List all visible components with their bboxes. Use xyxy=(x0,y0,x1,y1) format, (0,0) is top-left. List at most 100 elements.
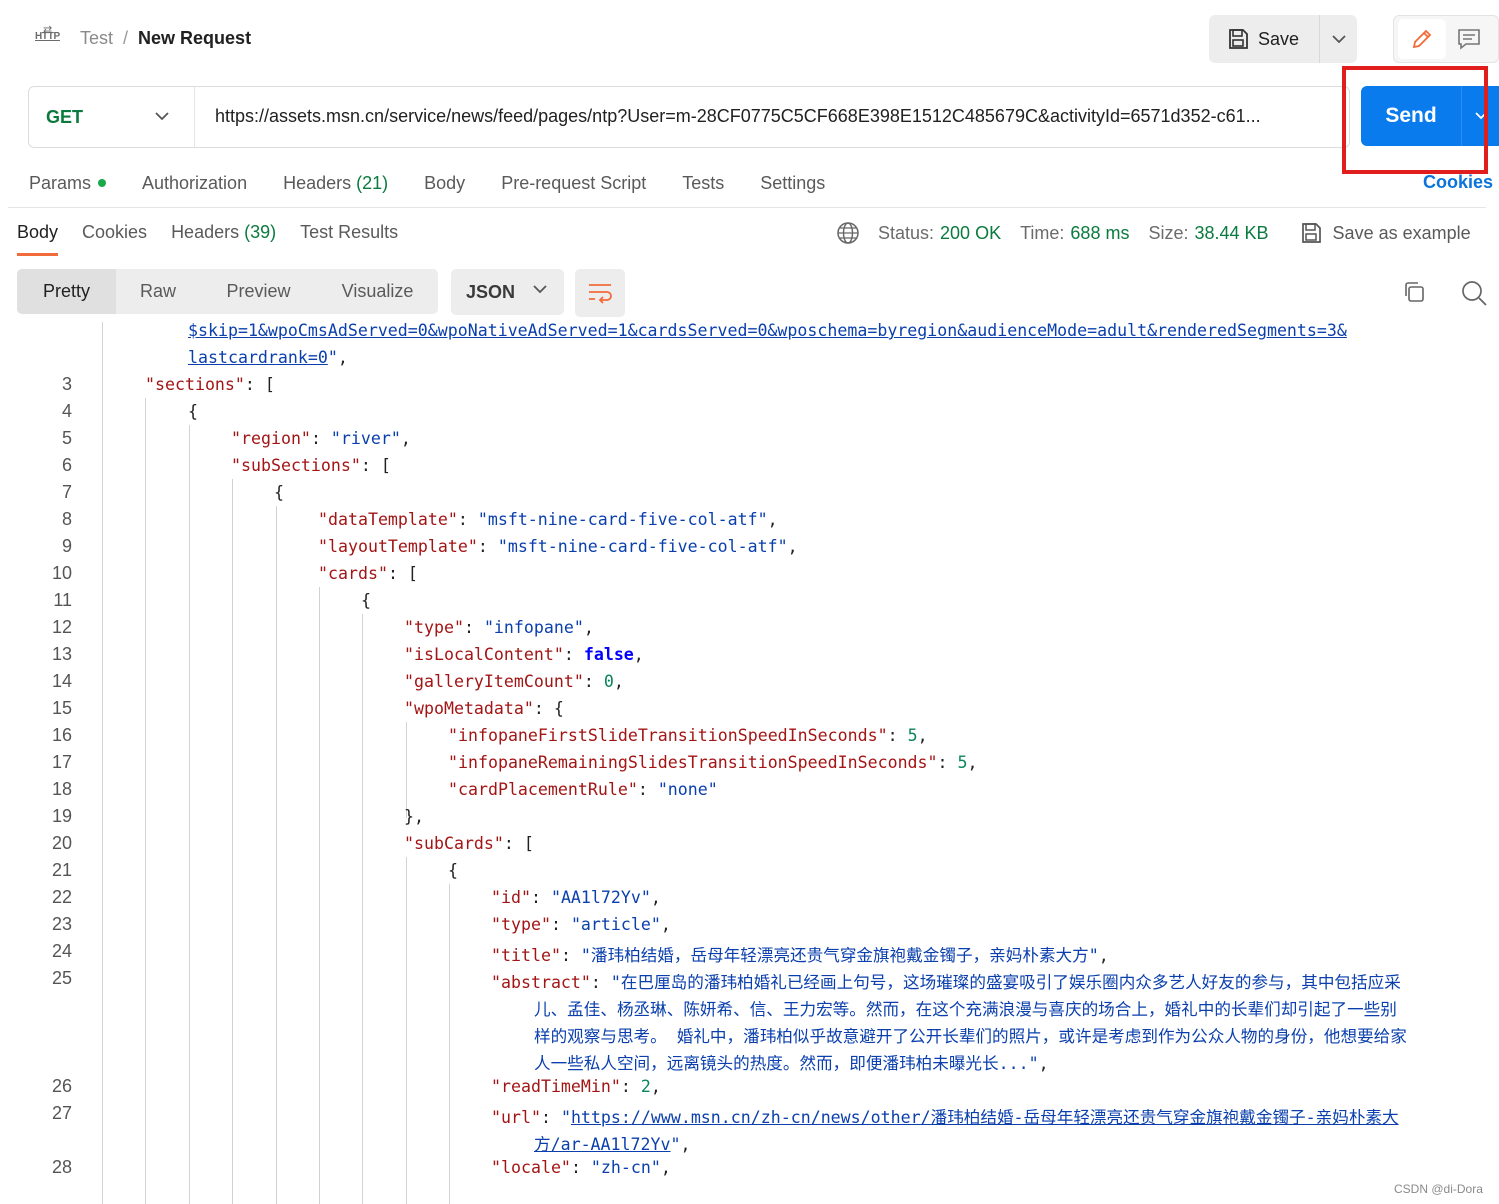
view-preview[interactable]: Preview xyxy=(200,269,317,314)
send-button-group: Send xyxy=(1361,86,1499,146)
globe-icon[interactable] xyxy=(836,221,860,245)
line-number: 20 xyxy=(51,833,72,853)
send-button[interactable]: Send xyxy=(1361,86,1461,146)
code-line: "subCards": [ xyxy=(404,834,534,853)
indent-guide xyxy=(232,479,233,1204)
line-number: 25 xyxy=(51,968,72,988)
send-options-button[interactable] xyxy=(1461,86,1499,146)
chevron-down-icon xyxy=(155,112,169,121)
line-number: 12 xyxy=(51,617,72,637)
code-line: { xyxy=(188,402,198,421)
response-tab-test-results[interactable]: Test Results xyxy=(300,220,398,254)
line-number: 6 xyxy=(61,455,72,475)
save-icon xyxy=(1301,223,1321,243)
save-label: Save xyxy=(1258,28,1300,49)
breadcrumb-collection[interactable]: Test xyxy=(80,28,113,49)
copy-icon[interactable] xyxy=(1402,280,1426,309)
indent-guide xyxy=(189,425,190,1204)
response-tab-cookies[interactable]: Cookies xyxy=(82,220,147,254)
wrap-lines-button[interactable] xyxy=(575,269,625,317)
comment-icon xyxy=(1458,29,1480,50)
chevron-down-icon xyxy=(533,285,547,294)
save-button[interactable]: Save xyxy=(1209,15,1319,63)
http-icon: ⇄ HTTP xyxy=(35,24,60,42)
pencil-icon xyxy=(1412,29,1432,49)
line-number: 26 xyxy=(51,1076,72,1096)
indent-guide xyxy=(362,614,363,1204)
url-link[interactable]: https://www.msn.cn/zh-cn/news/other/潘玮柏结… xyxy=(571,1108,1399,1127)
save-options-button[interactable] xyxy=(1319,15,1357,63)
indent-guide xyxy=(406,857,407,1204)
tab-authorization[interactable]: Authorization xyxy=(142,170,247,196)
response-tab-body[interactable]: Body xyxy=(17,220,59,256)
method-select[interactable]: GET xyxy=(29,87,195,147)
line-number: 28 xyxy=(51,1157,72,1177)
code-line: 人一些私人空间，远离镜头的热度。然而，即便潘玮柏未曝光长...", xyxy=(534,1054,1049,1073)
breadcrumb-separator: / xyxy=(123,28,129,48)
divider xyxy=(8,207,1486,208)
method-value: GET xyxy=(46,106,84,127)
save-button-group: Save xyxy=(1209,15,1357,63)
view-mode-group: Pretty Raw Preview Visualize xyxy=(17,269,438,314)
code-line: lastcardrank=0", xyxy=(188,348,348,367)
request-header: ⇄ HTTP Test / New Request Save xyxy=(0,0,1499,78)
code-line: }, xyxy=(404,807,424,826)
params-indicator-dot xyxy=(98,179,107,187)
tab-params[interactable]: Params xyxy=(29,170,107,196)
response-tab-headers[interactable]: Headers (39) xyxy=(171,220,276,254)
line-number: 17 xyxy=(51,752,72,772)
view-raw[interactable]: Raw xyxy=(116,269,200,314)
code-line: $skip=1&wpoCmsAdServed=0&wpoNativeAdServ… xyxy=(188,322,1347,340)
cookies-link[interactable]: Cookies xyxy=(1423,172,1493,193)
code-line: "cardPlacementRule": "none" xyxy=(448,780,718,799)
line-number: 18 xyxy=(51,779,72,799)
watermark: CSDN @di-Dora xyxy=(1394,1182,1483,1196)
indent-guide xyxy=(276,506,277,1204)
line-number: 9 xyxy=(61,536,72,556)
line-number: 21 xyxy=(51,860,72,880)
indent-guide xyxy=(145,398,146,1204)
code-line: "url": "https://www.msn.cn/zh-cn/news/ot… xyxy=(491,1108,1399,1127)
tab-pre-request-script[interactable]: Pre-request Script xyxy=(501,170,646,196)
search-icon[interactable] xyxy=(1461,280,1487,311)
code-line: "infopaneRemainingSlidesTransitionSpeedI… xyxy=(448,753,978,772)
line-number: 16 xyxy=(51,725,72,745)
line-number: 23 xyxy=(51,914,72,934)
comments-button[interactable] xyxy=(1454,24,1484,54)
code-line: 方/ar-AA1l72Yv", xyxy=(534,1135,691,1154)
indent-guide xyxy=(102,322,103,1204)
response-body-code[interactable]: $skip=1&wpoCmsAdServed=0&wpoNativeAdServ… xyxy=(0,322,1499,1204)
code-line: "galleryItemCount": 0, xyxy=(404,672,624,691)
tab-tests[interactable]: Tests xyxy=(682,170,724,196)
line-number: 19 xyxy=(51,806,72,826)
view-visualize[interactable]: Visualize xyxy=(317,269,438,314)
tab-headers[interactable]: Headers (21) xyxy=(283,170,388,196)
response-time: Time: 688 ms xyxy=(1020,222,1130,243)
tab-body[interactable]: Body xyxy=(424,170,465,196)
tab-settings[interactable]: Settings xyxy=(760,170,825,196)
line-number: 15 xyxy=(51,698,72,718)
view-pretty[interactable]: Pretty xyxy=(17,269,116,314)
url-input[interactable]: https://assets.msn.cn/service/news/feed/… xyxy=(215,106,1340,127)
chevron-down-icon xyxy=(1474,112,1487,120)
code-line: "region": "river", xyxy=(231,429,411,448)
code-line: "infopaneFirstSlideTransitionSpeedInSeco… xyxy=(448,726,928,745)
breadcrumb: Test / New Request xyxy=(80,28,251,49)
line-number: 14 xyxy=(51,671,72,691)
request-name[interactable]: New Request xyxy=(138,28,251,49)
line-number: 24 xyxy=(51,941,72,961)
code-line: "isLocalContent": false, xyxy=(404,645,644,664)
right-panel-toggle xyxy=(1393,15,1499,63)
url-link[interactable]: 方/ar-AA1l72Yv xyxy=(534,1135,670,1154)
code-line: "locale": "zh-cn", xyxy=(491,1158,671,1177)
save-as-example-button[interactable]: Save as example xyxy=(1300,222,1471,244)
edit-documentation-button[interactable] xyxy=(1398,19,1446,59)
response-size: Size: 38.44 KB xyxy=(1148,222,1269,243)
code-line: "wpoMetadata": { xyxy=(404,699,564,718)
wrap-lines-icon xyxy=(589,284,612,304)
line-number: 8 xyxy=(61,509,72,529)
format-select[interactable]: JSON xyxy=(451,269,564,315)
line-number: 7 xyxy=(61,482,72,502)
response-status: Status: 200 OK Time: 688 ms Size: 38.44 KB … xyxy=(836,220,1471,246)
code-line: "type": "article", xyxy=(491,915,671,934)
